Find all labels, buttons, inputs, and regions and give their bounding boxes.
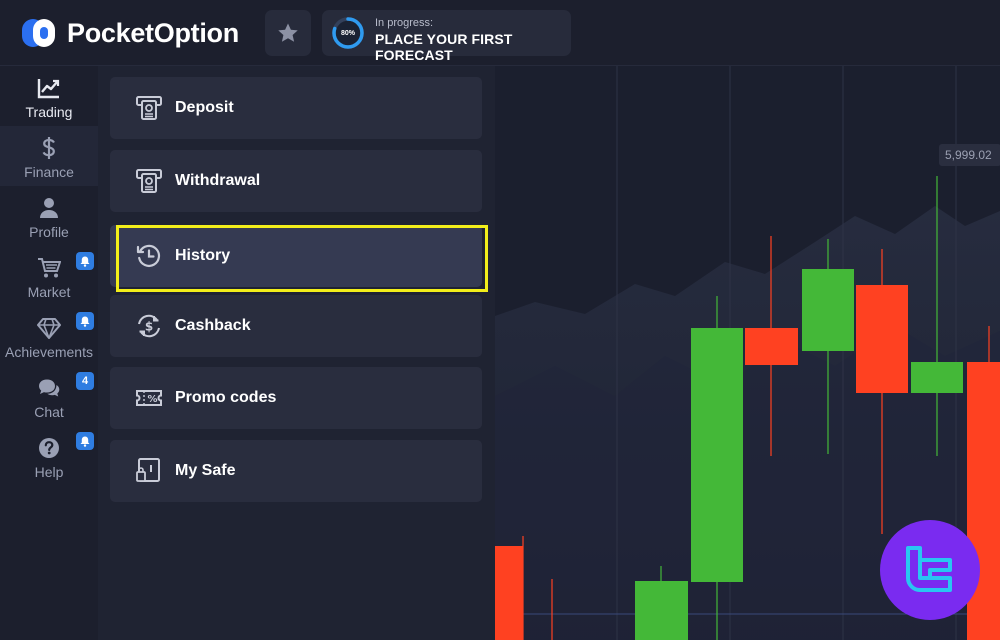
history-icon (135, 242, 163, 270)
svg-text:$: $ (145, 320, 153, 334)
atm-withdraw-icon (135, 167, 163, 195)
candle-bull (911, 362, 963, 393)
chat-icon (37, 376, 61, 400)
nav-item-achievements[interactable]: Achievements (0, 306, 98, 366)
onboarding-progress[interactable]: 80% In progress: PLACE YOUR FIRST FORECA… (322, 10, 571, 63)
candle-bull (691, 328, 743, 582)
nav-label-finance: Finance (24, 164, 74, 180)
user-icon (37, 196, 61, 220)
menu-item-deposit[interactable]: Deposit (110, 77, 482, 139)
question-icon (37, 436, 61, 460)
notification-badge (76, 312, 94, 330)
top-bar: PocketOption 80% In progress: PLACE YOUR… (0, 0, 1000, 66)
menu-item-my-safe[interactable]: My Safe (110, 440, 482, 502)
logo-text: PocketOption (67, 17, 239, 48)
progress-percent: 80% (340, 29, 355, 37)
menu-label-cashback: Cashback (175, 317, 251, 334)
dollar-icon (37, 136, 61, 160)
progress-status: In progress: (375, 17, 434, 29)
chat-count-badge: 4 (76, 372, 94, 390)
bell-icon (80, 256, 90, 267)
candle-bear (495, 546, 523, 640)
candle-bear (967, 362, 1000, 640)
svg-text:%: % (147, 394, 157, 405)
menu-label-my-safe: My Safe (175, 462, 236, 479)
nav-item-chat[interactable]: Chat 4 (0, 366, 98, 426)
bell-icon (80, 316, 90, 327)
menu-label-deposit: Deposit (175, 99, 234, 116)
tc-logo-icon (906, 546, 952, 592)
cashback-icon: $ (135, 312, 163, 340)
nav-label-trading: Trading (25, 104, 73, 120)
nav-label-chat: Chat (34, 404, 64, 420)
promo-ticket-icon: % (135, 384, 163, 412)
price-label: 5,999.02 (939, 144, 1000, 166)
trend-chart-icon (37, 76, 61, 100)
finance-menu-panel: Deposit Withdrawal History $ Cashback % … (98, 66, 495, 640)
candle-bear (745, 328, 798, 365)
candle-bull (635, 581, 688, 640)
atm-deposit-icon (135, 94, 163, 122)
safe-icon (135, 457, 163, 485)
menu-label-withdrawal: Withdrawal (175, 172, 261, 189)
menu-item-promo-codes[interactable]: % Promo codes (110, 367, 482, 429)
menu-item-cashback[interactable]: $ Cashback (110, 295, 482, 357)
nav-item-finance[interactable]: Finance (0, 126, 98, 186)
nav-label-help: Help (34, 464, 64, 480)
nav-item-help[interactable]: Help (0, 426, 98, 486)
nav-label-market: Market (27, 284, 71, 300)
notification-badge (76, 432, 94, 450)
side-nav: Trading Finance Profile Market Achieveme… (0, 66, 98, 640)
menu-label-promo-codes: Promo codes (175, 389, 277, 406)
star-icon (278, 23, 298, 42)
menu-item-history[interactable]: History (110, 225, 482, 287)
progress-title: PLACE YOUR FIRST FORECAST (375, 31, 513, 63)
watermark-logo (880, 520, 980, 620)
nav-item-trading[interactable]: Trading (0, 66, 98, 126)
candle-bull (802, 269, 854, 351)
diamond-icon (37, 316, 61, 340)
menu-label-history: History (175, 247, 231, 264)
cart-icon (37, 256, 61, 280)
bell-icon (80, 436, 90, 447)
candle-bear (856, 285, 908, 393)
logo[interactable]: PocketOption (20, 14, 239, 52)
favorites-button[interactable] (265, 10, 311, 56)
notification-badge (76, 252, 94, 270)
nav-label-achievements: Achievements (5, 344, 93, 360)
nav-item-market[interactable]: Market (0, 246, 98, 306)
pocket-option-logo-icon (20, 15, 58, 51)
nav-item-profile[interactable]: Profile (0, 186, 98, 246)
menu-item-withdrawal[interactable]: Withdrawal (110, 150, 482, 212)
nav-label-profile: Profile (29, 224, 69, 240)
